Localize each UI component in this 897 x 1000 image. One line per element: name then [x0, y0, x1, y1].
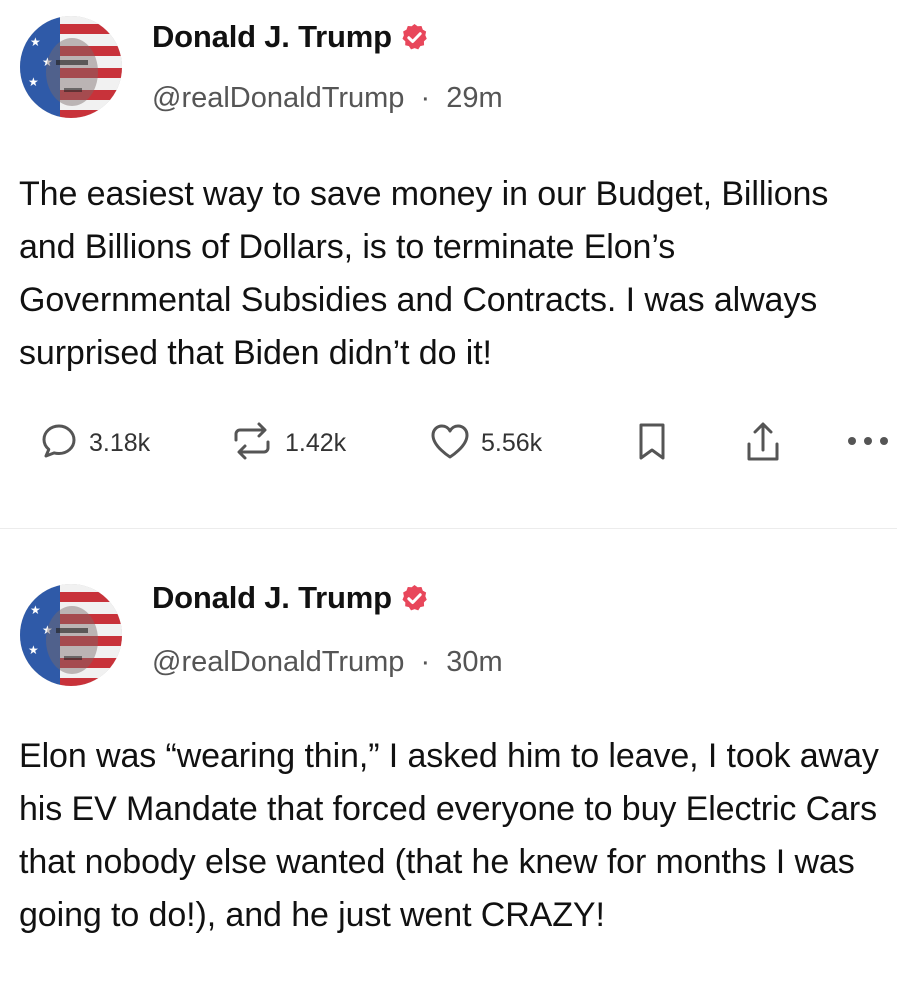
like-icon: [428, 420, 472, 467]
reply-button[interactable]: 3.18k: [38, 420, 150, 467]
share-icon: [743, 420, 783, 471]
like-count: 5.56k: [481, 429, 543, 457]
avatar-image: ★ ★ ★: [20, 584, 122, 686]
repost-icon: [228, 420, 276, 467]
post[interactable]: ★ ★ ★ Donald J. Trump @realDonaldTrump ·…: [0, 0, 897, 529]
author-display-name[interactable]: Donald J. Trump: [152, 19, 392, 55]
verified-badge-icon: [399, 583, 430, 614]
more-options-button[interactable]: [844, 426, 894, 461]
avatar[interactable]: ★ ★ ★: [20, 584, 122, 686]
author-display-name[interactable]: Donald J. Trump: [152, 580, 392, 616]
reply-count: 3.18k: [89, 429, 151, 457]
bookmark-button[interactable]: [634, 420, 670, 469]
repost-button[interactable]: 1.42k: [228, 420, 346, 467]
post-text: Elon was “wearing thin,” I asked him to …: [19, 737, 879, 934]
post[interactable]: ★ ★ ★ Donald J. Trump @realDonaldTrump ·…: [0, 530, 897, 1000]
svg-text:★: ★: [30, 35, 41, 49]
share-button[interactable]: [743, 420, 783, 471]
author-handle[interactable]: @realDonaldTrump: [152, 646, 404, 678]
post-actions: 3.18k 1.42k 5.56k: [38, 420, 897, 470]
repost-count: 1.42k: [285, 429, 347, 457]
handle-row: @realDonaldTrump · 29m: [152, 82, 503, 115]
svg-text:★: ★: [28, 643, 39, 657]
time-separator: ·: [420, 82, 431, 114]
avatar[interactable]: ★ ★ ★: [20, 16, 122, 118]
more-icon: [844, 426, 894, 461]
verified-badge-icon: [399, 22, 430, 53]
reply-icon: [38, 420, 80, 467]
time-separator: ·: [420, 646, 431, 678]
author-handle[interactable]: @realDonaldTrump: [152, 82, 404, 114]
avatar-image: ★ ★ ★: [20, 16, 122, 118]
like-button[interactable]: 5.56k: [428, 420, 542, 467]
post-text: The easiest way to save money in our Bud…: [19, 175, 829, 372]
author-row: Donald J. Trump: [152, 580, 430, 616]
author-row: Donald J. Trump: [152, 19, 430, 55]
bookmark-icon: [634, 420, 670, 469]
post-timestamp[interactable]: 30m: [446, 646, 502, 678]
svg-text:★: ★: [30, 603, 41, 617]
svg-text:★: ★: [28, 75, 39, 89]
handle-row: @realDonaldTrump · 30m: [152, 646, 503, 679]
post-timestamp[interactable]: 29m: [446, 82, 502, 114]
